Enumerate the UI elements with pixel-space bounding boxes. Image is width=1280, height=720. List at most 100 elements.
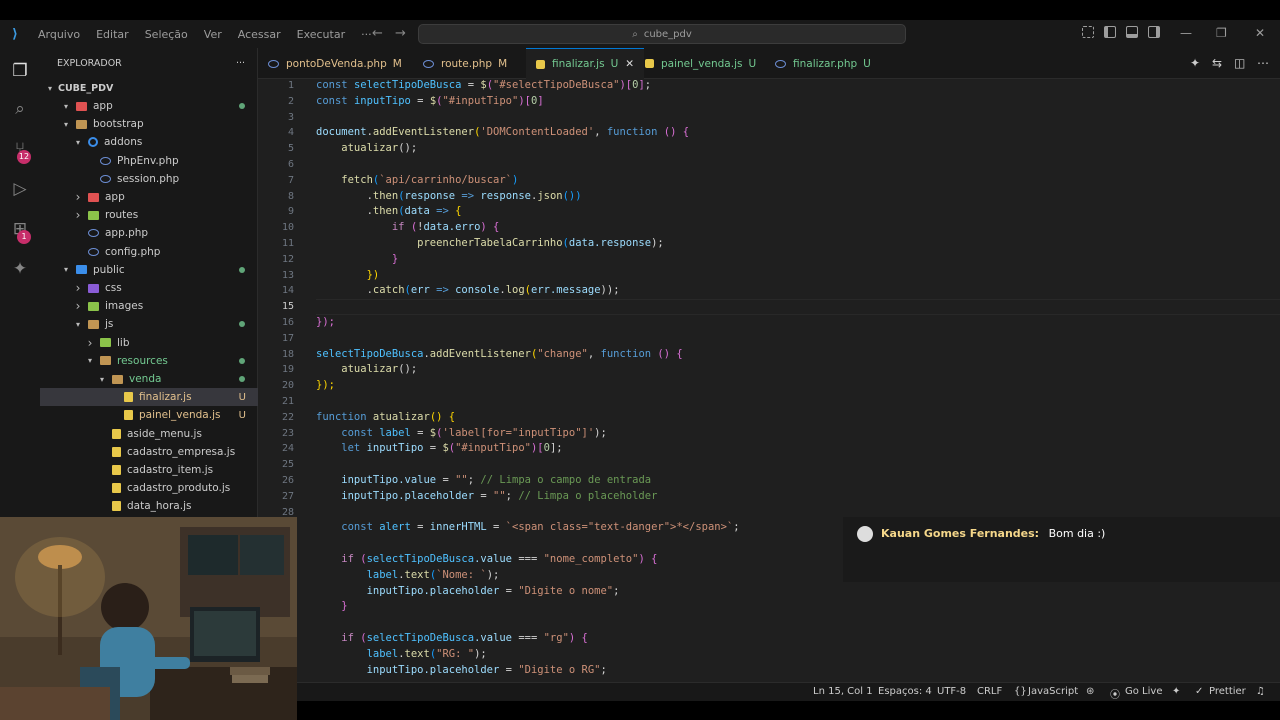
split-editor-icon[interactable]: ◫ [1234,56,1245,70]
code-token: inputTipo [316,489,399,502]
forward-arrow-icon[interactable]: → [395,26,406,41]
menu-executar[interactable]: Executar [289,28,354,41]
code-token: err [410,284,430,297]
tree-item[interactable]: cadastro_empresa.js [40,443,258,461]
tree-item[interactable]: ▾ addons [40,133,258,151]
chevron-down-icon: ▾ [63,101,68,111]
tree-item[interactable]: PhpEnv.php [40,152,258,170]
code-token: "#selectTipoDeBusca" [493,79,620,91]
tree-item[interactable]: ▾ bootstrap [40,115,258,133]
prettier-button[interactable]: Prettier [1209,686,1246,697]
code-line: if (selectTipoDeBusca.value === "rg") { [316,632,588,644]
tree-item[interactable]: › images [40,297,258,315]
tab-pontodevenda-php[interactable]: pontoDeVenda.php M [258,48,412,79]
toggle-secondary-sidebar-icon[interactable] [1148,26,1160,38]
ports-icon: ⊛ [1086,686,1095,697]
code-token: ); [486,568,500,581]
tree-item[interactable]: ▾ js [40,315,258,333]
tab-route-php[interactable]: route.php M [413,48,517,79]
close-tab-icon[interactable]: ✕ [625,58,634,70]
indentation[interactable]: Espaços: 4 [878,686,932,697]
code-token: inputTipo [316,584,424,597]
tree-item[interactable]: painel_venda.js U [40,406,258,424]
code-line: inputTipo.value = ""; // Limpa o campo d… [316,474,651,486]
code-token: () { [429,410,456,423]
toggle-sidebar-icon[interactable] [1104,26,1116,38]
code-line: }); [316,316,335,328]
copilot-chat-icon[interactable]: ✦ [1190,56,1200,70]
compare-changes-icon[interactable]: ⇆ [1212,56,1222,70]
code-line: fetch(`api/carrinho/buscar`) [316,174,518,186]
js-file-icon [112,501,121,512]
explorer-icon[interactable]: ❐ [9,60,31,82]
tab-finalizar-php[interactable]: finalizar.php U [765,48,881,79]
code-token: addEventListener [372,126,475,139]
search-icon[interactable]: ⌕ [9,98,31,120]
tree-item[interactable]: aside_menu.js [40,425,258,443]
code-token: "nome_completo" [543,553,639,565]
tree-item[interactable]: ▾ public [40,261,258,279]
tree-item[interactable]: ▾ resources [40,352,258,370]
tab-painel-venda-js[interactable]: painel_venda.js U [635,48,766,79]
editor-more-icon[interactable]: ⋯ [1257,56,1269,70]
copilot-icon[interactable]: ✦ [9,258,31,280]
copilot-status-icon[interactable]: ✦ [1172,686,1180,697]
code-token: .value [398,474,437,486]
code-token: innerHTML [429,521,487,534]
tree-item[interactable]: app.php [40,224,258,242]
tree-item[interactable]: cadastro_produto.js [40,479,258,497]
language-mode[interactable]: JavaScript [1028,686,1078,697]
tree-item-label: config.php [105,245,161,258]
minimize-icon[interactable]: — [1180,26,1192,40]
run-debug-icon[interactable]: ▷ [9,178,31,200]
restore-icon[interactable]: ❐ [1216,26,1227,40]
explorer-more-icon[interactable]: ··· [236,58,245,69]
code-token: ; [467,474,481,486]
customize-layout-icon[interactable] [1082,26,1094,38]
tree-item[interactable]: session.php [40,170,258,188]
menu-acessar[interactable]: Acessar [230,28,289,41]
tree-item[interactable]: cadastro_item.js [40,461,258,479]
back-arrow-icon[interactable]: ← [372,26,383,41]
php-file-icon [100,174,111,183]
code-token: ; [733,521,740,534]
close-window-icon[interactable]: ✕ [1255,26,1265,40]
menu-arquivo[interactable]: Arquivo [30,28,88,41]
line-number: 9 [287,206,294,218]
chevron-down-icon: ▾ [75,137,80,147]
notifications-bell-icon[interactable]: ♫ [1256,686,1265,697]
tree-item-label: app [93,100,113,112]
go-live-button[interactable]: Go Live [1125,686,1162,697]
tree-item-label: painel_venda.js [139,409,221,422]
code-token: ) [512,173,519,186]
code-token: .placeholder [398,489,475,502]
folder-icon [76,119,87,129]
menu-selecao[interactable]: Seleção [137,28,196,41]
tree-item[interactable]: ▾ app [40,97,258,115]
tree-item[interactable]: config.php [40,243,258,261]
tree-item[interactable]: › routes [40,206,258,224]
menu-ver[interactable]: Ver [196,28,230,41]
line-number: 23 [281,427,294,439]
code-token: if [316,632,361,644]
tree-item[interactable]: finalizar.js U [40,388,258,407]
line-ending[interactable]: CRLF [977,686,1002,697]
code-token: data [568,237,595,249]
tree-item[interactable]: ▾ venda [40,370,258,388]
code-editor[interactable]: 1 const selectTipoDeBusca = $("#selectTip… [258,79,1280,682]
tree-item[interactable]: data_hora.js [40,497,258,515]
tree-item[interactable]: › app [40,188,258,206]
cursor-position[interactable]: Ln 15, Col 1 [813,686,873,697]
tree-item[interactable]: › lib [40,334,258,352]
code-token: document [316,126,367,139]
tab-finalizar-js[interactable]: finalizar.js U ✕ [526,48,645,79]
code-token: ) { [480,221,500,234]
tree-item[interactable]: › css [40,279,258,297]
menu-editar[interactable]: Editar [88,28,137,41]
tree-root[interactable]: ▾ CUBE_PDV [40,79,258,97]
command-center-search[interactable]: ⌕ cube_pdv [418,24,906,44]
encoding[interactable]: UTF-8 [937,686,966,697]
chat-overlay: Kauan Gomes Fernandes: Bom dia :) [843,517,1280,582]
toggle-panel-icon[interactable] [1126,26,1138,38]
code-token: inputTipo [316,663,424,676]
